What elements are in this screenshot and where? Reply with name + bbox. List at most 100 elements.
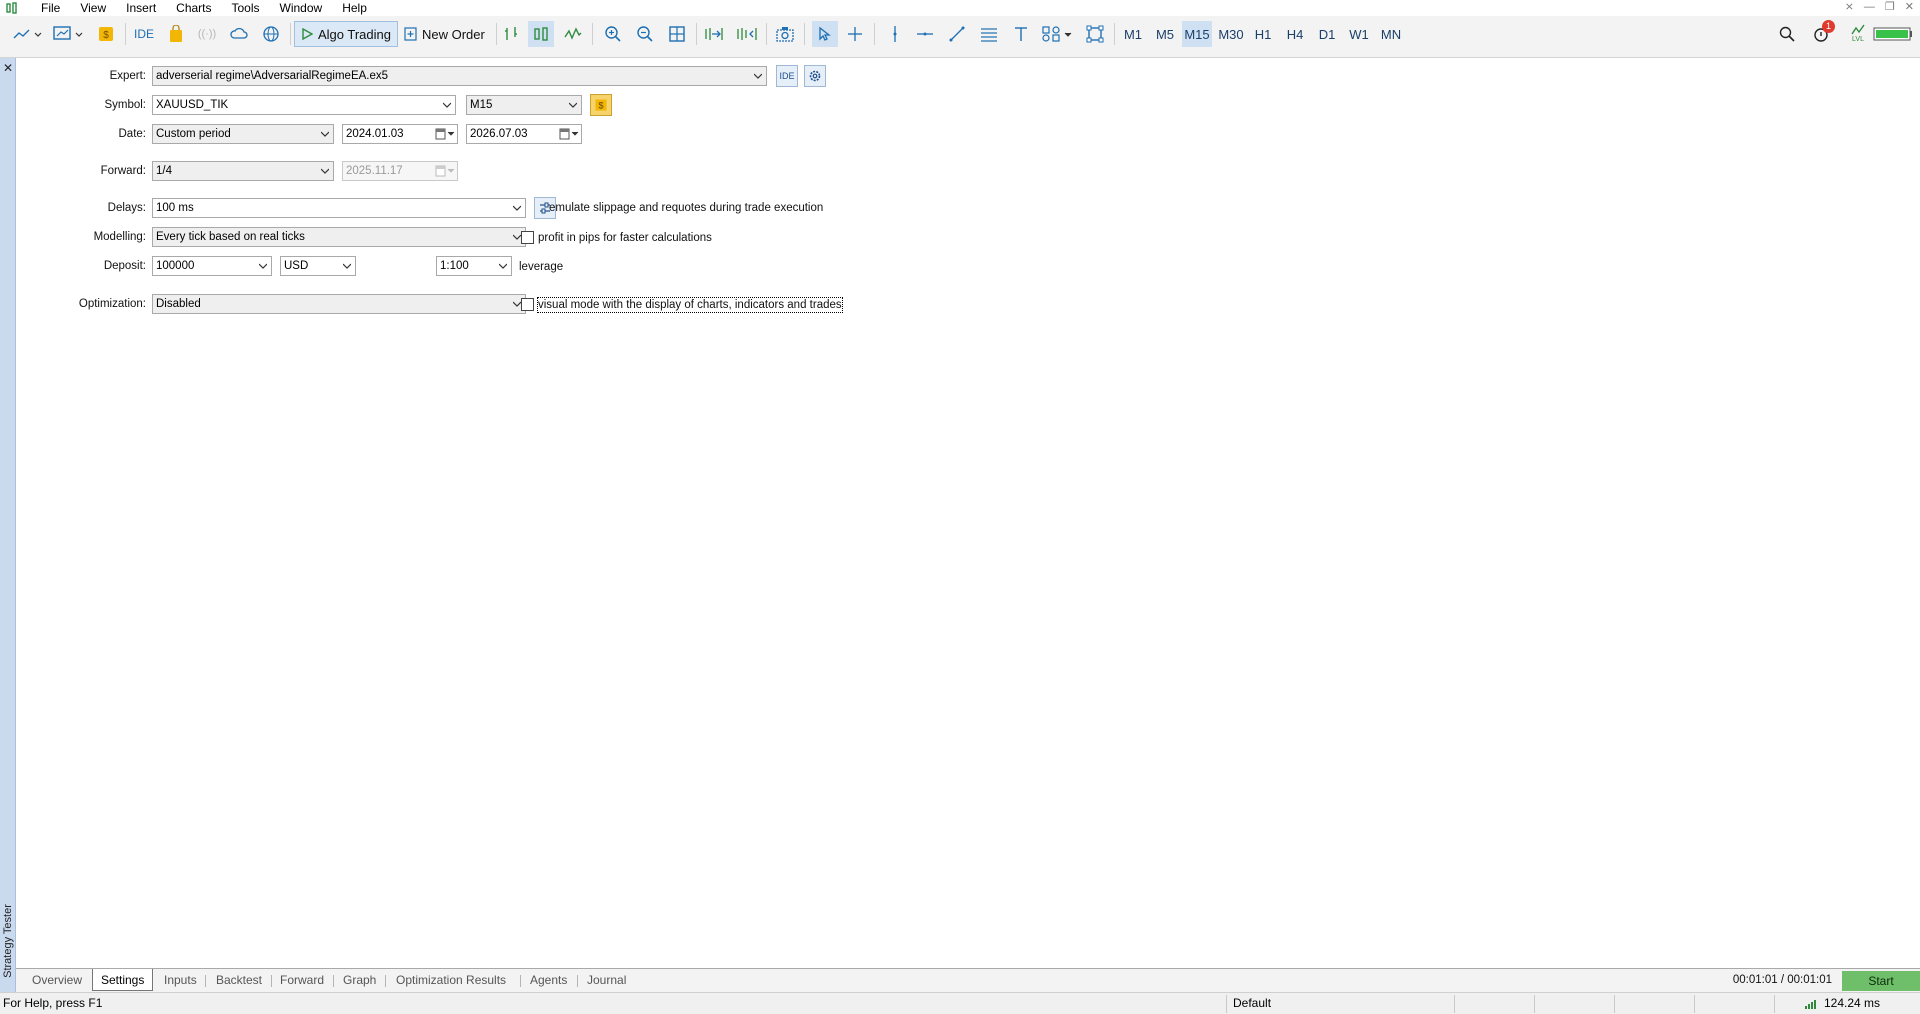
date-from-picker[interactable]: 2024.01.03 (342, 124, 458, 144)
chart-shift-icon[interactable] (734, 21, 758, 47)
tab-journal[interactable]: Journal (587, 971, 626, 991)
expert-ide-button[interactable]: IDE (776, 65, 798, 87)
deposit-currency-value: USD (284, 260, 309, 272)
profit-in-pips-label: profit in pips for faster calculations (538, 232, 712, 244)
notifications-icon[interactable]: 1 (1808, 20, 1836, 47)
market-icon[interactable]: $ (96, 21, 116, 47)
signal-strength-icon[interactable]: LVL (1846, 21, 1870, 47)
tab-backtest[interactable]: Backtest (216, 971, 262, 991)
calendar-icon[interactable] (559, 127, 579, 141)
restore-icon[interactable]: ❐ (1885, 0, 1895, 14)
horizontal-line-icon[interactable] (914, 21, 936, 47)
forward-select[interactable]: 1/4 (152, 161, 334, 181)
timeframe-m5[interactable]: M5 (1150, 21, 1180, 47)
zoom-out-icon[interactable] (634, 21, 656, 47)
delays-select[interactable]: 100 ms (152, 198, 526, 218)
vps-globe-icon[interactable] (260, 21, 282, 47)
menu-help[interactable]: Help (333, 0, 378, 16)
modelling-select[interactable]: Every tick based on real ticks (152, 227, 526, 247)
close-all-icon[interactable]: ⨯ (1845, 0, 1854, 14)
signals-icon[interactable]: ((·)) (196, 21, 218, 47)
strategy-tester-side-tab: ✕ Strategy Tester (0, 58, 16, 992)
tab-overview[interactable]: Overview (32, 971, 82, 991)
vertical-line-icon[interactable] (884, 21, 906, 47)
shopping-bag-icon[interactable] (166, 21, 186, 47)
visual-mode-checkbox[interactable] (521, 298, 534, 311)
shapes-icon[interactable] (1040, 21, 1074, 47)
svg-text:$: $ (598, 101, 603, 111)
start-button[interactable]: Start (1842, 971, 1920, 991)
tab-agents[interactable]: Agents (530, 971, 567, 991)
menu-view[interactable]: View (71, 0, 117, 16)
timeframe-m30[interactable]: M30 (1214, 21, 1248, 47)
menu-insert[interactable]: Insert (117, 0, 167, 16)
date-label: Date: (118, 128, 147, 140)
timeframe-m15[interactable]: M15 (1182, 21, 1212, 47)
tab-inputs[interactable]: Inputs (164, 971, 197, 991)
candlestick-icon[interactable] (528, 21, 554, 47)
optimization-select[interactable]: Disabled (152, 294, 526, 314)
connection-bars-icon (1804, 998, 1818, 1013)
trendline-icon[interactable] (946, 21, 968, 47)
timeframe-value: M15 (470, 99, 493, 111)
screenshot-icon[interactable] (774, 21, 796, 47)
timeframe-h1[interactable]: H1 (1248, 21, 1278, 47)
ide-button[interactable]: IDE (132, 21, 156, 47)
fit-chart-icon[interactable] (1084, 21, 1106, 47)
delays-label: Delays: (107, 202, 146, 214)
chevron-down-icon (321, 131, 329, 137)
timeframe-m1[interactable]: M1 (1118, 21, 1148, 47)
close-panel-icon[interactable]: ✕ (2, 62, 14, 74)
side-tab-label: Strategy Tester (2, 904, 14, 978)
timeframe-w1[interactable]: W1 (1344, 21, 1374, 47)
tab-forward[interactable]: Forward (280, 971, 324, 991)
timeframe-h4[interactable]: H4 (1280, 21, 1310, 47)
algo-trading-button[interactable]: Algo Trading (294, 21, 398, 47)
date-period-select[interactable]: Custom period (152, 124, 334, 144)
zoom-in-icon[interactable] (602, 21, 624, 47)
menu-file[interactable]: File (32, 0, 71, 16)
profiles-icon[interactable] (50, 21, 86, 47)
menu-tools[interactable]: Tools (223, 0, 271, 16)
new-chart-icon[interactable] (10, 21, 44, 47)
equidistant-channel-icon[interactable] (978, 21, 1000, 47)
tab-graph[interactable]: Graph (343, 971, 376, 991)
text-tool-icon[interactable] (1010, 21, 1032, 47)
symbol-label: Symbol: (104, 99, 146, 111)
toolbar: $ IDE ((·)) Algo Trading New Order M1 M5… (0, 16, 1920, 58)
calendar-icon[interactable] (435, 127, 455, 141)
date-to-picker[interactable]: 2026.07.03 (466, 124, 582, 144)
crosshair-icon[interactable] (844, 21, 866, 47)
timeframe-select[interactable]: M15 (466, 95, 582, 115)
menu-charts[interactable]: Charts (167, 0, 222, 16)
cloud-icon[interactable] (228, 21, 250, 47)
leverage-select[interactable]: 1:100 (436, 256, 512, 276)
bar-chart-icon[interactable] (500, 21, 522, 47)
cursor-icon[interactable] (812, 21, 838, 47)
menu-window[interactable]: Window (271, 0, 334, 16)
search-icon[interactable] (1776, 21, 1798, 47)
symbol-properties-icon[interactable]: $ (590, 94, 612, 116)
close-icon[interactable]: ✕ (1905, 0, 1914, 14)
profit-in-pips-checkbox[interactable] (521, 231, 534, 244)
tab-optimization-results[interactable]: Optimization Results (396, 971, 506, 991)
tab-settings[interactable]: Settings (92, 969, 154, 991)
timeframe-d1[interactable]: D1 (1312, 21, 1342, 47)
chevron-down-icon (499, 263, 507, 269)
line-chart-icon[interactable] (562, 21, 584, 47)
timeframe-mn[interactable]: MN (1376, 21, 1406, 47)
expert-settings-gear-icon[interactable] (804, 65, 826, 87)
tile-windows-icon[interactable] (666, 21, 688, 47)
scroll-to-end-icon[interactable] (702, 21, 726, 47)
symbol-select[interactable]: XAUUSD_TIK (152, 95, 456, 115)
tester-tab-bar: Overview Settings Inputs Backtest Forwar… (16, 968, 1920, 992)
deposit-amount-select[interactable]: 100000 (152, 256, 272, 276)
new-order-button[interactable]: New Order (398, 21, 491, 47)
minimize-icon[interactable]: — (1864, 0, 1875, 14)
deposit-currency-select[interactable]: USD (280, 256, 356, 276)
leverage-value: 1:100 (440, 260, 469, 272)
modelling-value: Every tick based on real ticks (156, 231, 305, 243)
profile-name: Default (1233, 996, 1272, 1010)
expert-select[interactable]: adverserial regime\AdversarialRegimeEA.e… (152, 66, 767, 86)
help-hint: For Help, press F1 (3, 996, 103, 1010)
